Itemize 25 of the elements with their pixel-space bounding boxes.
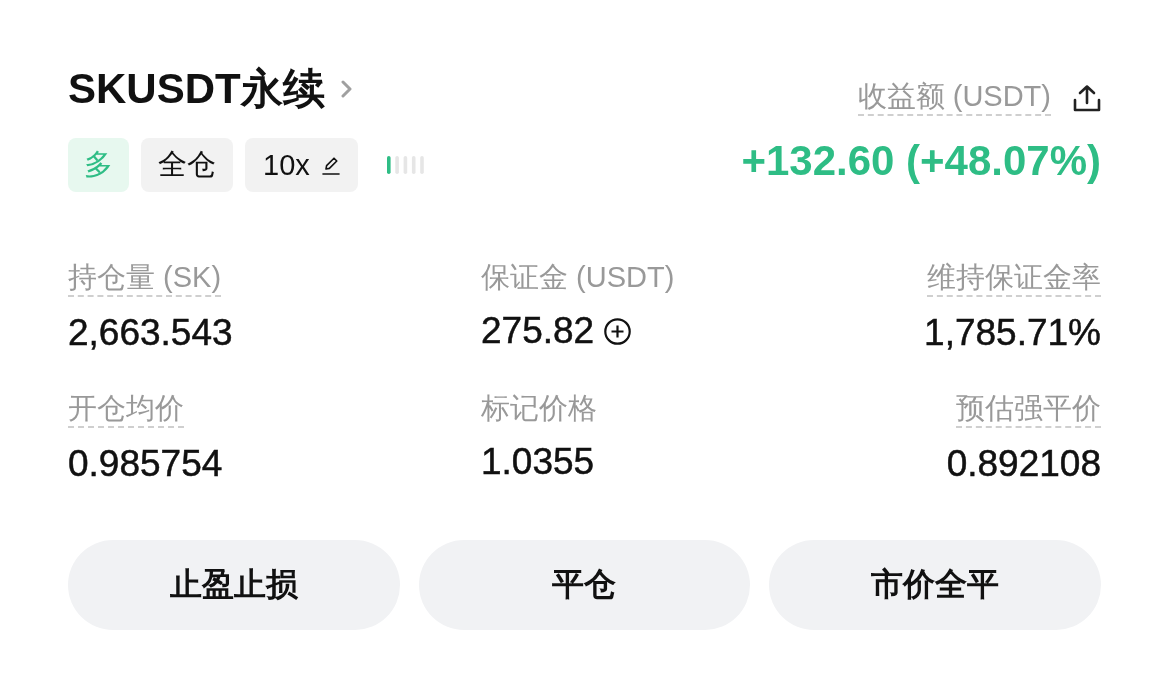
side-tag: 多 xyxy=(68,138,129,192)
pnl-label: 收益额 (USDT) xyxy=(857,79,1051,116)
stat-label: 开仓均价 xyxy=(68,391,184,428)
stat-label: 维持保证金率 xyxy=(927,260,1101,297)
symbol-title: SKUSDT永续 xyxy=(68,64,325,114)
chevron-right-icon[interactable] xyxy=(340,80,352,98)
share-icon[interactable] xyxy=(1073,83,1101,112)
add-circle-icon[interactable] xyxy=(604,317,632,345)
stat-value: 275.82 xyxy=(481,311,595,351)
stat-value: 0.985754 xyxy=(68,444,223,484)
leverage-button[interactable]: 10x xyxy=(245,138,358,192)
stat-value: 1.0355 xyxy=(481,442,595,482)
stat-value: 1,785.71% xyxy=(924,313,1101,353)
edit-icon xyxy=(321,155,340,175)
stat-label: 保证金 (USDT) xyxy=(481,260,675,295)
action-button[interactable]: 止盈止损 xyxy=(68,540,400,630)
stat-value: 2,663.543 xyxy=(68,313,233,353)
stat-label: 标记价格 xyxy=(481,391,597,426)
stat-label: 持仓量 (SK) xyxy=(68,260,222,297)
stat-label: 预估强平价 xyxy=(956,391,1101,428)
stat-value: 0.892108 xyxy=(946,444,1101,484)
action-button[interactable]: 市价全平 xyxy=(769,540,1101,630)
margin-mode-tag: 全仓 xyxy=(141,138,233,192)
pnl-value: +132.60 (+48.07%) xyxy=(741,138,1101,184)
action-button[interactable]: 平仓 xyxy=(418,540,751,630)
